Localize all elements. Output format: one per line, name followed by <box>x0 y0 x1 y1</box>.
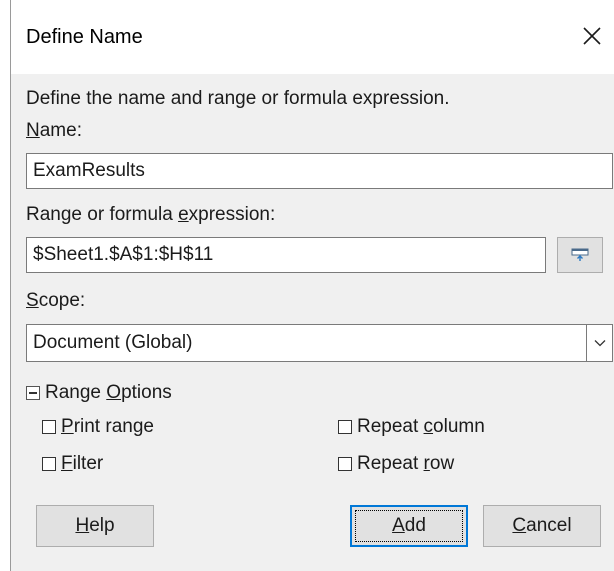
cancel-button[interactable]: Cancel <box>483 505 601 547</box>
filter-text: ilter <box>72 453 104 474</box>
repeat-column-checkbox[interactable] <box>338 420 352 434</box>
print-range-checkbox[interactable] <box>42 420 56 434</box>
scope-label-text: cope: <box>38 290 86 311</box>
scope-select-value: Document (Global) <box>33 332 193 353</box>
scope-label: Scope: <box>26 290 85 312</box>
help-accel: H <box>75 515 90 536</box>
range-options-pre: Range <box>45 382 107 403</box>
name-label-text: ame: <box>39 120 82 141</box>
cancel-accel: C <box>512 515 527 536</box>
range-input[interactable]: $Sheet1.$A$1:$H$11 <box>26 237 546 273</box>
print-range-accel: P <box>61 416 74 437</box>
repeat-row-post: ow <box>429 453 455 474</box>
scope-label-accel: S <box>26 290 39 311</box>
range-input-value: $Sheet1.$A$1:$H$11 <box>33 244 214 265</box>
title-bar: Define Name <box>11 0 614 74</box>
define-name-dialog: Define Name Define the name and range or… <box>10 0 614 571</box>
name-label-accel: N <box>26 120 40 141</box>
shrink-dialog-icon <box>571 248 589 261</box>
repeat-column-label[interactable]: Repeat column <box>357 416 485 438</box>
filter-label[interactable]: Filter <box>61 453 103 475</box>
print-range-label[interactable]: Print range <box>61 416 154 438</box>
name-label: Name: <box>26 120 82 142</box>
chevron-down-icon <box>594 340 605 347</box>
range-options-accel: O <box>106 382 122 403</box>
cancel-text: ancel <box>526 515 572 536</box>
range-options-post: ptions <box>121 382 172 403</box>
print-range-text: rint range <box>73 416 154 437</box>
filter-checkbox[interactable] <box>42 457 56 471</box>
range-label-accel: e <box>178 204 189 225</box>
name-input[interactable]: ExamResults <box>26 153 613 189</box>
repeat-column-accel: c <box>423 416 434 437</box>
name-input-value: ExamResults <box>33 160 145 181</box>
shrink-button[interactable] <box>557 237 603 273</box>
repeat-column-pre: Repeat <box>357 416 424 437</box>
dialog-description: Define the name and range or formula exp… <box>26 88 450 109</box>
range-options-label[interactable]: Range Options <box>45 382 172 404</box>
collapse-icon[interactable] <box>26 386 40 400</box>
filter-accel: F <box>61 453 73 474</box>
dialog-title: Define Name <box>26 26 143 48</box>
close-button[interactable] <box>577 21 607 51</box>
repeat-row-label[interactable]: Repeat row <box>357 453 454 475</box>
help-button[interactable]: Help <box>36 505 154 547</box>
range-label: Range or formula expression: <box>26 204 275 226</box>
scope-select[interactable]: Document (Global) <box>26 324 613 362</box>
repeat-column-post: olumn <box>433 416 485 437</box>
repeat-row-pre: Repeat <box>357 453 424 474</box>
repeat-row-checkbox[interactable] <box>338 457 352 471</box>
scope-dropdown-button[interactable] <box>586 325 612 361</box>
range-label-post: xpression: <box>188 204 276 225</box>
add-button[interactable]: Add <box>350 505 468 547</box>
help-text: elp <box>89 515 115 536</box>
focus-rect <box>355 510 463 542</box>
range-label-pre: Range or formula <box>26 204 179 225</box>
close-icon <box>583 27 601 45</box>
